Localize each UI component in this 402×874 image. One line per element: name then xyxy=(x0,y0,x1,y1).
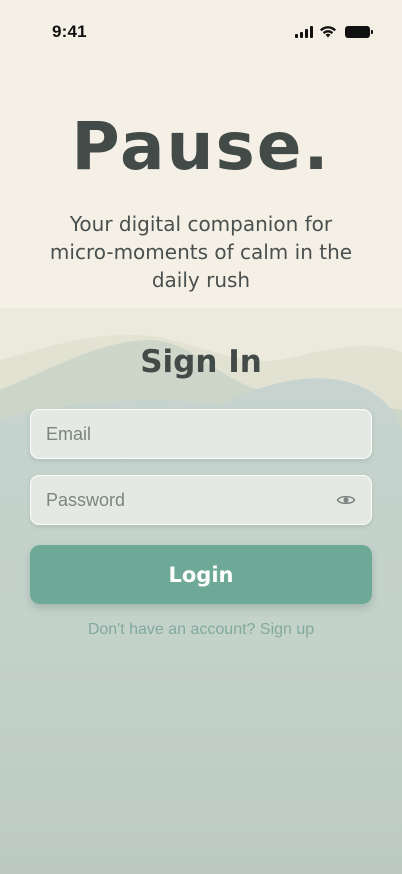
status-time: 9:41 xyxy=(52,22,87,41)
tagline: Your digital companion for micro-moments… xyxy=(49,212,353,292)
status-icons xyxy=(295,25,373,38)
app-logo-title: Pause. xyxy=(71,108,331,185)
wifi-icon xyxy=(320,26,336,38)
eye-icon[interactable] xyxy=(336,493,356,507)
signup-link[interactable]: Don't have an account? Sign up xyxy=(0,621,402,639)
password-input[interactable] xyxy=(46,489,328,511)
password-field-container[interactable] xyxy=(30,475,372,525)
battery-icon xyxy=(345,25,373,38)
sign-in-title: Sign In xyxy=(140,344,262,380)
signal-icon xyxy=(295,25,313,38)
email-field-container[interactable] xyxy=(30,409,372,459)
email-input[interactable] xyxy=(46,423,356,445)
status-bar: 9:41 xyxy=(0,0,402,64)
login-button[interactable]: Login xyxy=(30,545,372,604)
